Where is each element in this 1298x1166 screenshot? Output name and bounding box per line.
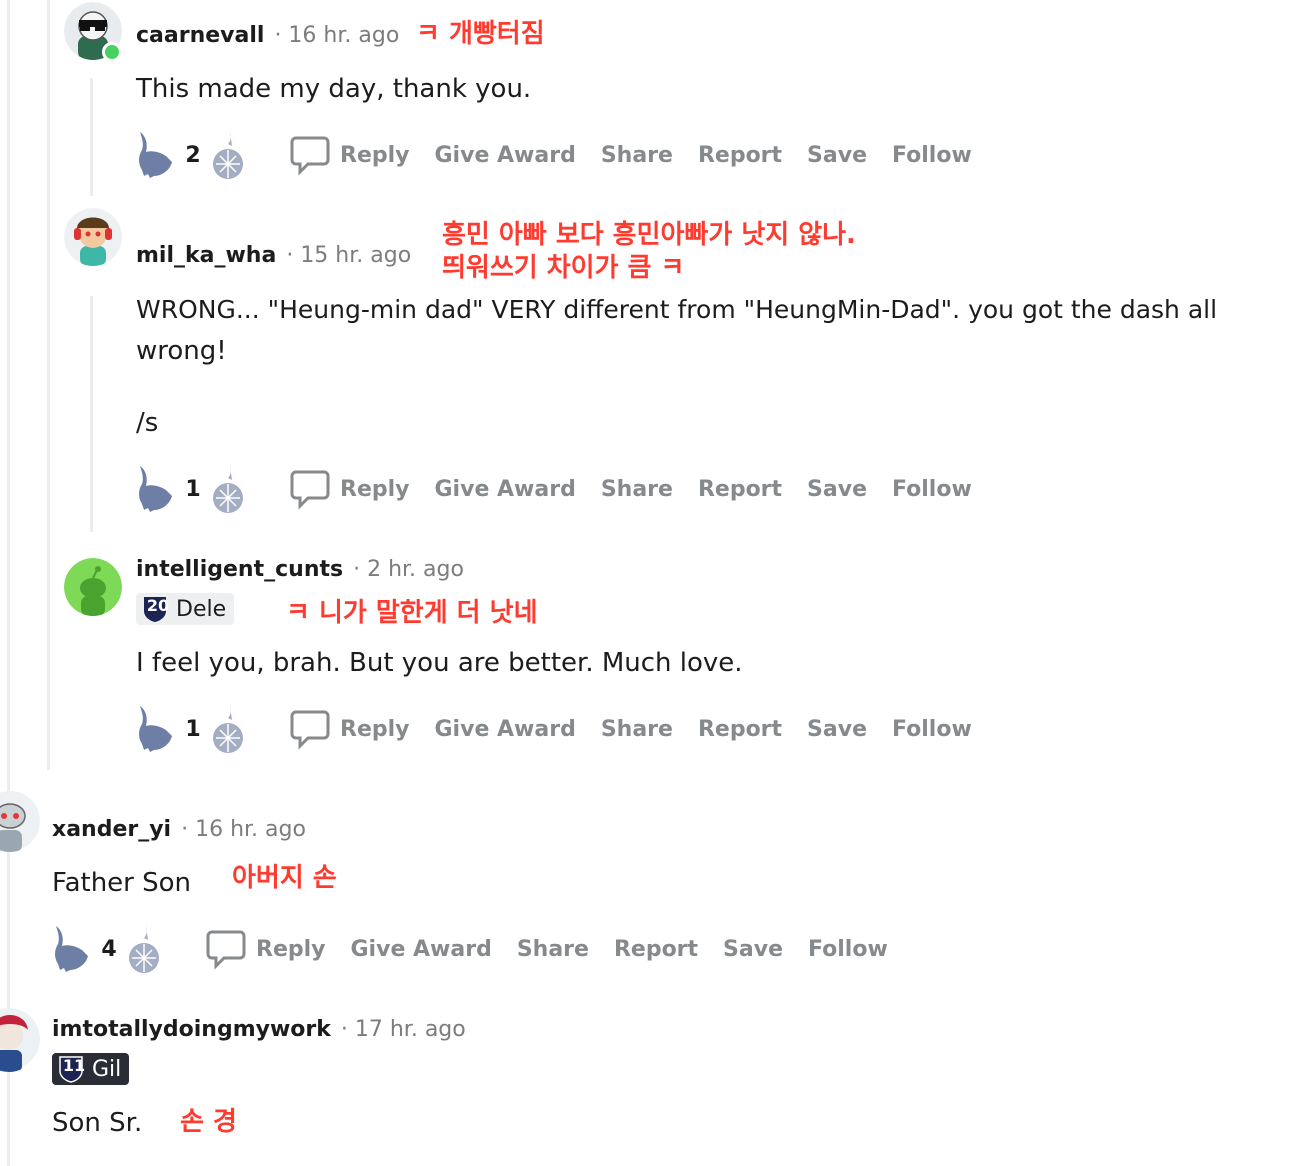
vote-score: 1 (185, 716, 201, 742)
vote-score: 2 (185, 142, 201, 168)
timestamp[interactable]: · 16 hr. ago (181, 817, 306, 842)
robot-snoo-avatar-icon[interactable] (0, 790, 40, 852)
flair-number: 11 (62, 1056, 86, 1075)
timestamp[interactable]: · 15 hr. ago (286, 243, 411, 268)
report-button[interactable]: Report (698, 143, 782, 168)
share-button[interactable]: Share (601, 717, 673, 742)
reply-icon[interactable] (290, 708, 330, 750)
korean-annotation: 아버지 손 (232, 863, 337, 893)
reply-button[interactable]: Reply (340, 717, 410, 742)
share-button[interactable]: Share (517, 937, 589, 962)
korean-annotation: 흥민 아빠 보다 흥민아빠가 낫지 않나. (442, 220, 856, 250)
upvote-cockerel-icon[interactable] (52, 924, 94, 974)
reply-button[interactable]: Reply (340, 143, 410, 168)
thread-line-level2[interactable] (47, 0, 50, 770)
comment-actions: 1 Reply Give Award Share Report Save Fol… (136, 704, 997, 754)
comment-body-line: WRONG... "Heung-min dad" VERY different … (136, 295, 1218, 324)
korean-annotation: 띄워쓰기 차이가 큼 ㅋ (442, 253, 685, 283)
username[interactable]: caarnevall (136, 23, 264, 48)
username[interactable]: mil_ka_wha (136, 243, 276, 268)
report-button[interactable]: Report (698, 477, 782, 502)
korean-annotation: ㅋ 개빵터짐 (416, 19, 545, 49)
comment-body-line: /s (136, 408, 159, 438)
downvote-ball-icon[interactable] (124, 924, 166, 974)
timestamp[interactable]: · 16 hr. ago (274, 23, 399, 48)
flair-name: Gil (92, 1056, 122, 1082)
report-button[interactable]: Report (614, 937, 698, 962)
save-button[interactable]: Save (807, 143, 867, 168)
comment-actions: 2 Reply Give Award Share Report Save Fol… (136, 130, 997, 180)
comment-header: intelligent_cunts · 2 hr. ago (136, 552, 464, 586)
share-button[interactable]: Share (601, 477, 673, 502)
vote-score: 1 (185, 476, 201, 502)
upvote-cockerel-icon[interactable] (136, 704, 178, 754)
comment-header: caarnevall · 16 hr. ago (136, 18, 399, 52)
user-flair: 11 Gil (52, 1053, 130, 1085)
follow-button[interactable]: Follow (892, 477, 972, 502)
thread-line-root[interactable] (7, 0, 10, 1166)
downvote-ball-icon[interactable] (208, 130, 250, 180)
reply-icon[interactable] (290, 468, 330, 510)
username[interactable]: xander_yi (52, 817, 171, 842)
follow-button[interactable]: Follow (808, 937, 888, 962)
thread-line-xander-yi[interactable] (7, 870, 10, 988)
online-status-dot (102, 42, 122, 62)
red-hair-avatar-icon[interactable] (0, 1006, 40, 1072)
korean-annotation: ㅋ 니가 말한게 더 낫네 (286, 598, 538, 628)
comment-body: This made my day, thank you. (136, 74, 532, 104)
flair-number: 20 (146, 596, 170, 615)
comment-body: Son Sr. (52, 1108, 143, 1138)
comment-header: mil_ka_wha · 15 hr. ago (136, 238, 411, 272)
username[interactable]: imtotallydoingmywork (52, 1017, 331, 1042)
reply-icon[interactable] (290, 134, 330, 176)
comment-actions: 4 Reply Give Award Share Report Save Fol… (52, 924, 913, 974)
thread-line-caarnevall[interactable] (90, 78, 93, 196)
comment-body-line: wrong! (136, 336, 227, 366)
downvote-ball-icon[interactable] (208, 464, 250, 514)
save-button[interactable]: Save (723, 937, 783, 962)
headphones-avatar-icon[interactable] (64, 208, 122, 266)
share-button[interactable]: Share (601, 143, 673, 168)
default-snoo-avatar-icon[interactable] (64, 558, 122, 616)
timestamp[interactable]: · 2 hr. ago (353, 557, 464, 582)
upvote-cockerel-icon[interactable] (136, 130, 178, 180)
flair-name: Dele (176, 596, 227, 622)
reply-button[interactable]: Reply (340, 477, 410, 502)
report-button[interactable]: Report (698, 717, 782, 742)
korean-annotation: 손 경 (180, 1107, 237, 1137)
follow-button[interactable]: Follow (892, 143, 972, 168)
reply-button[interactable]: Reply (256, 937, 326, 962)
save-button[interactable]: Save (807, 477, 867, 502)
vote-score: 4 (101, 936, 117, 962)
comment-header: imtotallydoingmywork · 17 hr. ago (52, 1012, 466, 1046)
give-award-button[interactable]: Give Award (435, 477, 576, 502)
comment-body: Father Son (52, 868, 192, 898)
timestamp[interactable]: · 17 hr. ago (341, 1017, 466, 1042)
comment-header: xander_yi · 16 hr. ago (52, 812, 306, 846)
upvote-cockerel-icon[interactable] (136, 464, 178, 514)
comment-body: I feel you, brah. But you are better. Mu… (136, 648, 743, 678)
give-award-button[interactable]: Give Award (435, 717, 576, 742)
thread-line-mil-ka-wha[interactable] (90, 296, 93, 532)
follow-button[interactable]: Follow (892, 717, 972, 742)
comment-actions: 1 Reply Give Award Share Report Save Fol… (136, 464, 997, 514)
reply-icon[interactable] (206, 928, 246, 970)
username[interactable]: intelligent_cunts (136, 557, 343, 582)
give-award-button[interactable]: Give Award (435, 143, 576, 168)
give-award-button[interactable]: Give Award (351, 937, 492, 962)
downvote-ball-icon[interactable] (208, 704, 250, 754)
user-flair: 20 Dele (136, 593, 235, 625)
save-button[interactable]: Save (807, 717, 867, 742)
